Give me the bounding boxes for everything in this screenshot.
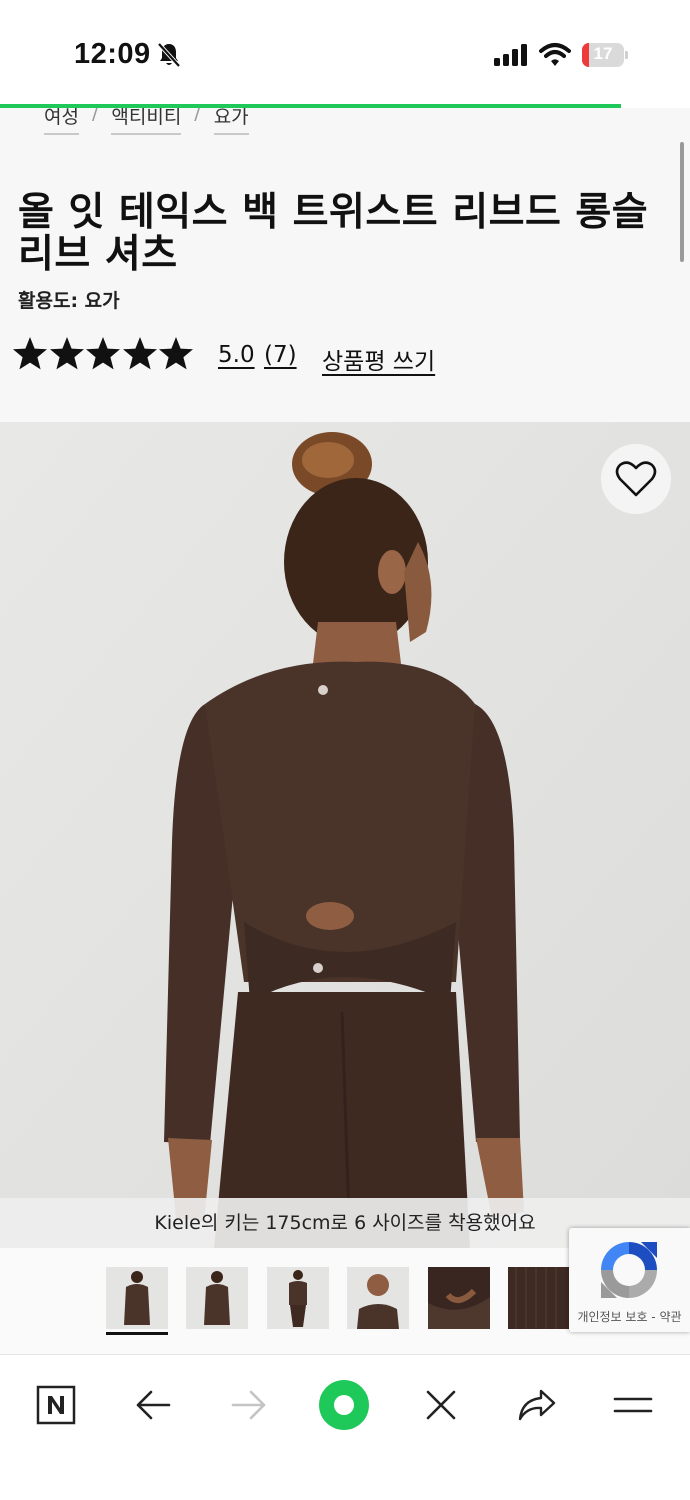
back-button[interactable] [123,1375,183,1435]
thumbnail-1[interactable] [106,1267,168,1329]
star-icon [159,337,193,370]
forward-button[interactable] [219,1375,279,1435]
rating-value[interactable]: 5.0 [218,342,255,368]
product-header: 여성 / 액티비티 / 요가 올 잇 테익스 백 트위스트 리브드 롱슬리브 셔… [0,108,690,422]
battery-level: 17 [593,44,613,63]
review-count[interactable]: (7) [264,342,297,368]
green-dot-icon [319,1380,369,1430]
wishlist-button[interactable] [601,444,671,514]
star-icon [49,337,84,370]
cellular-signal-icon [494,44,527,66]
breadcrumb-separator: / [91,108,99,124]
browser-toolbar [0,1354,690,1500]
star-icon [86,337,120,370]
star-icon [13,337,47,370]
naver-n-icon [36,1385,76,1425]
bell-slash-icon [157,42,181,68]
breadcrumb-separator: / [194,108,201,124]
selected-thumbnail-indicator [106,1332,168,1335]
arrow-right-icon [231,1390,266,1420]
home-button[interactable] [26,1375,86,1435]
breadcrumb-women[interactable]: 여성 [44,108,79,135]
heart-outline-icon [615,461,657,497]
thumbnail-5[interactable] [428,1267,490,1329]
share-icon [518,1389,556,1421]
thumbnail-2[interactable] [186,1267,248,1329]
star-icon [122,337,157,370]
thumbnail-6[interactable] [508,1267,570,1329]
close-icon [426,1390,456,1420]
product-image[interactable] [0,422,690,1248]
breadcrumb-activity[interactable]: 액티비티 [111,108,182,135]
battery-indicator: 17 [582,43,628,67]
thumbnail-3[interactable] [267,1267,329,1329]
status-time: 12:09 [74,38,151,70]
activity-label: 활용도: 요가 [18,290,120,312]
thumbnail-4[interactable] [347,1267,409,1329]
recaptcha-links[interactable]: 개인정보 보호 - 약관 [569,1308,690,1325]
menu-button[interactable] [603,1375,663,1435]
recaptcha-badge[interactable]: 개인정보 보호 - 약관 [569,1228,690,1332]
product-title: 올 잇 테익스 백 트위스트 리브드 롱슬리브 셔츠 [18,190,649,277]
model-photo [0,422,690,1248]
write-review-link[interactable]: 상품평 쓰기 [322,342,435,376]
breadcrumb-yoga[interactable]: 요가 [213,108,249,135]
arrow-left-icon [136,1390,171,1420]
rating-stars [12,336,195,372]
scrollbar[interactable] [680,142,684,262]
status-bar: 12:09 17 [0,0,690,106]
menu-icon [613,1397,653,1413]
wifi-icon [539,43,571,66]
breadcrumb: 여성 / 액티비티 / 요가 [44,108,249,135]
share-button[interactable] [507,1375,567,1435]
recaptcha-icon [601,1242,657,1298]
close-button[interactable] [411,1375,471,1435]
green-dot-button[interactable] [314,1375,374,1435]
